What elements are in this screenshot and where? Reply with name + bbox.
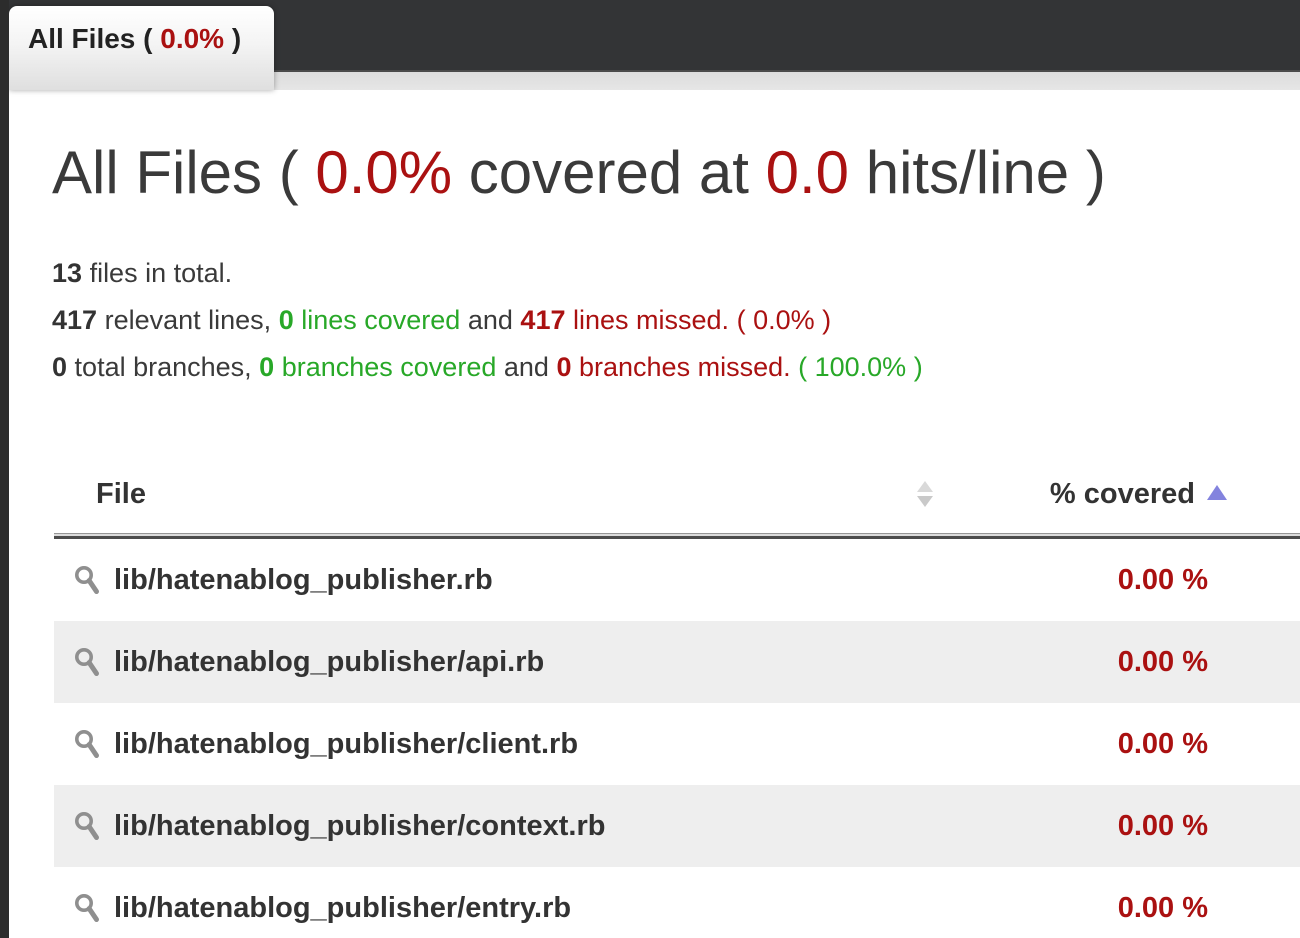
magnifier-icon [75,811,99,840]
content-area: All Files ( 0.0% covered at 0.0 hits/lin… [9,90,1300,938]
magnifier-icon [75,893,99,922]
file-name: lib/hatenablog_publisher/entry.rb [114,891,572,924]
files-count: 13 [52,258,83,288]
page-title: All Files ( 0.0% covered at 0.0 hits/lin… [52,143,1106,203]
tab-label-prefix: All Files ( [28,23,153,54]
covered-cell: 0.00 % [1117,563,1208,596]
branches-missed-count: 0 [556,352,572,382]
tab-all-files[interactable]: All Files ( 0.0% ) [9,6,274,90]
branches-covered-count: 0 [259,352,275,382]
sort-both-icon [917,481,933,507]
covered-cell: 0.00 % [1117,891,1208,924]
tab-percent: 0.0% [160,23,225,54]
file-name: lib/hatenablog_publisher/api.rb [114,645,545,678]
lines-covered-pct: ( 0.0% ) [736,305,832,335]
stats-files-line: 13 files in total. [52,258,233,288]
sort-down-glyph [917,496,933,507]
file-name: lib/hatenablog_publisher/context.rb [114,809,606,842]
sort-up-glyph [917,481,933,492]
coverage-report-page: All Files ( 0.0% ) All Files ( 0.0% cove… [0,0,1300,938]
file-name: lib/hatenablog_publisher.rb [114,563,493,596]
file-cell[interactable]: lib/hatenablog_publisher/entry.rb [54,892,969,925]
table-row[interactable]: lib/hatenablog_publisher.rb 0.00 % [54,539,1300,621]
stats-branches-line: 0 total branches, 0 branches covered and… [52,352,923,382]
magnifier-icon [75,565,99,594]
magnifier-icon [75,647,99,676]
file-name: lib/hatenablog_publisher/client.rb [114,727,579,760]
file-cell[interactable]: lib/hatenablog_publisher.rb [54,564,969,597]
lines-covered-count: 0 [278,305,294,335]
file-cell[interactable]: lib/hatenablog_publisher/api.rb [54,646,969,679]
summary-stats: 13 files in total. 417 relevant lines, 0… [52,250,923,391]
title-hits: 0.0 [765,139,850,206]
table-row[interactable]: lib/hatenablog_publisher/entry.rb 0.00 % [54,867,1300,938]
total-branches-count: 0 [52,352,68,382]
column-header-file[interactable]: File [54,478,969,511]
title-prefix: All Files ( [52,139,299,206]
title-suffix: hits/line ) [865,139,1106,206]
sort-ascending-icon [1207,484,1227,500]
table-row[interactable]: lib/hatenablog_publisher/context.rb 0.00… [54,785,1300,867]
file-coverage-table: File % covered lib/hatenablog_publisher.… [54,455,1300,938]
tab-label-suffix: ) [231,23,242,54]
table-header-row: File % covered [54,455,1300,533]
table-row[interactable]: lib/hatenablog_publisher/api.rb 0.00 % [54,621,1300,703]
magnifier-icon [75,729,99,758]
covered-cell: 0.00 % [1117,727,1208,760]
branches-covered-pct: ( 100.0% ) [798,352,923,382]
title-middle: covered at [468,139,749,206]
covered-cell: 0.00 % [1117,809,1208,842]
relevant-lines-count: 417 [52,305,98,335]
table-row[interactable]: lib/hatenablog_publisher/client.rb 0.00 … [54,703,1300,785]
lines-missed-count: 417 [520,305,566,335]
title-covered-pct: 0.0% [315,139,453,206]
page-edge [0,0,9,938]
covered-cell: 0.00 % [1117,645,1208,678]
file-cell[interactable]: lib/hatenablog_publisher/context.rb [54,810,969,843]
column-header-covered[interactable]: % covered [969,478,1300,511]
stats-lines-line: 417 relevant lines, 0 lines covered and … [52,305,832,335]
file-cell[interactable]: lib/hatenablog_publisher/client.rb [54,728,969,761]
